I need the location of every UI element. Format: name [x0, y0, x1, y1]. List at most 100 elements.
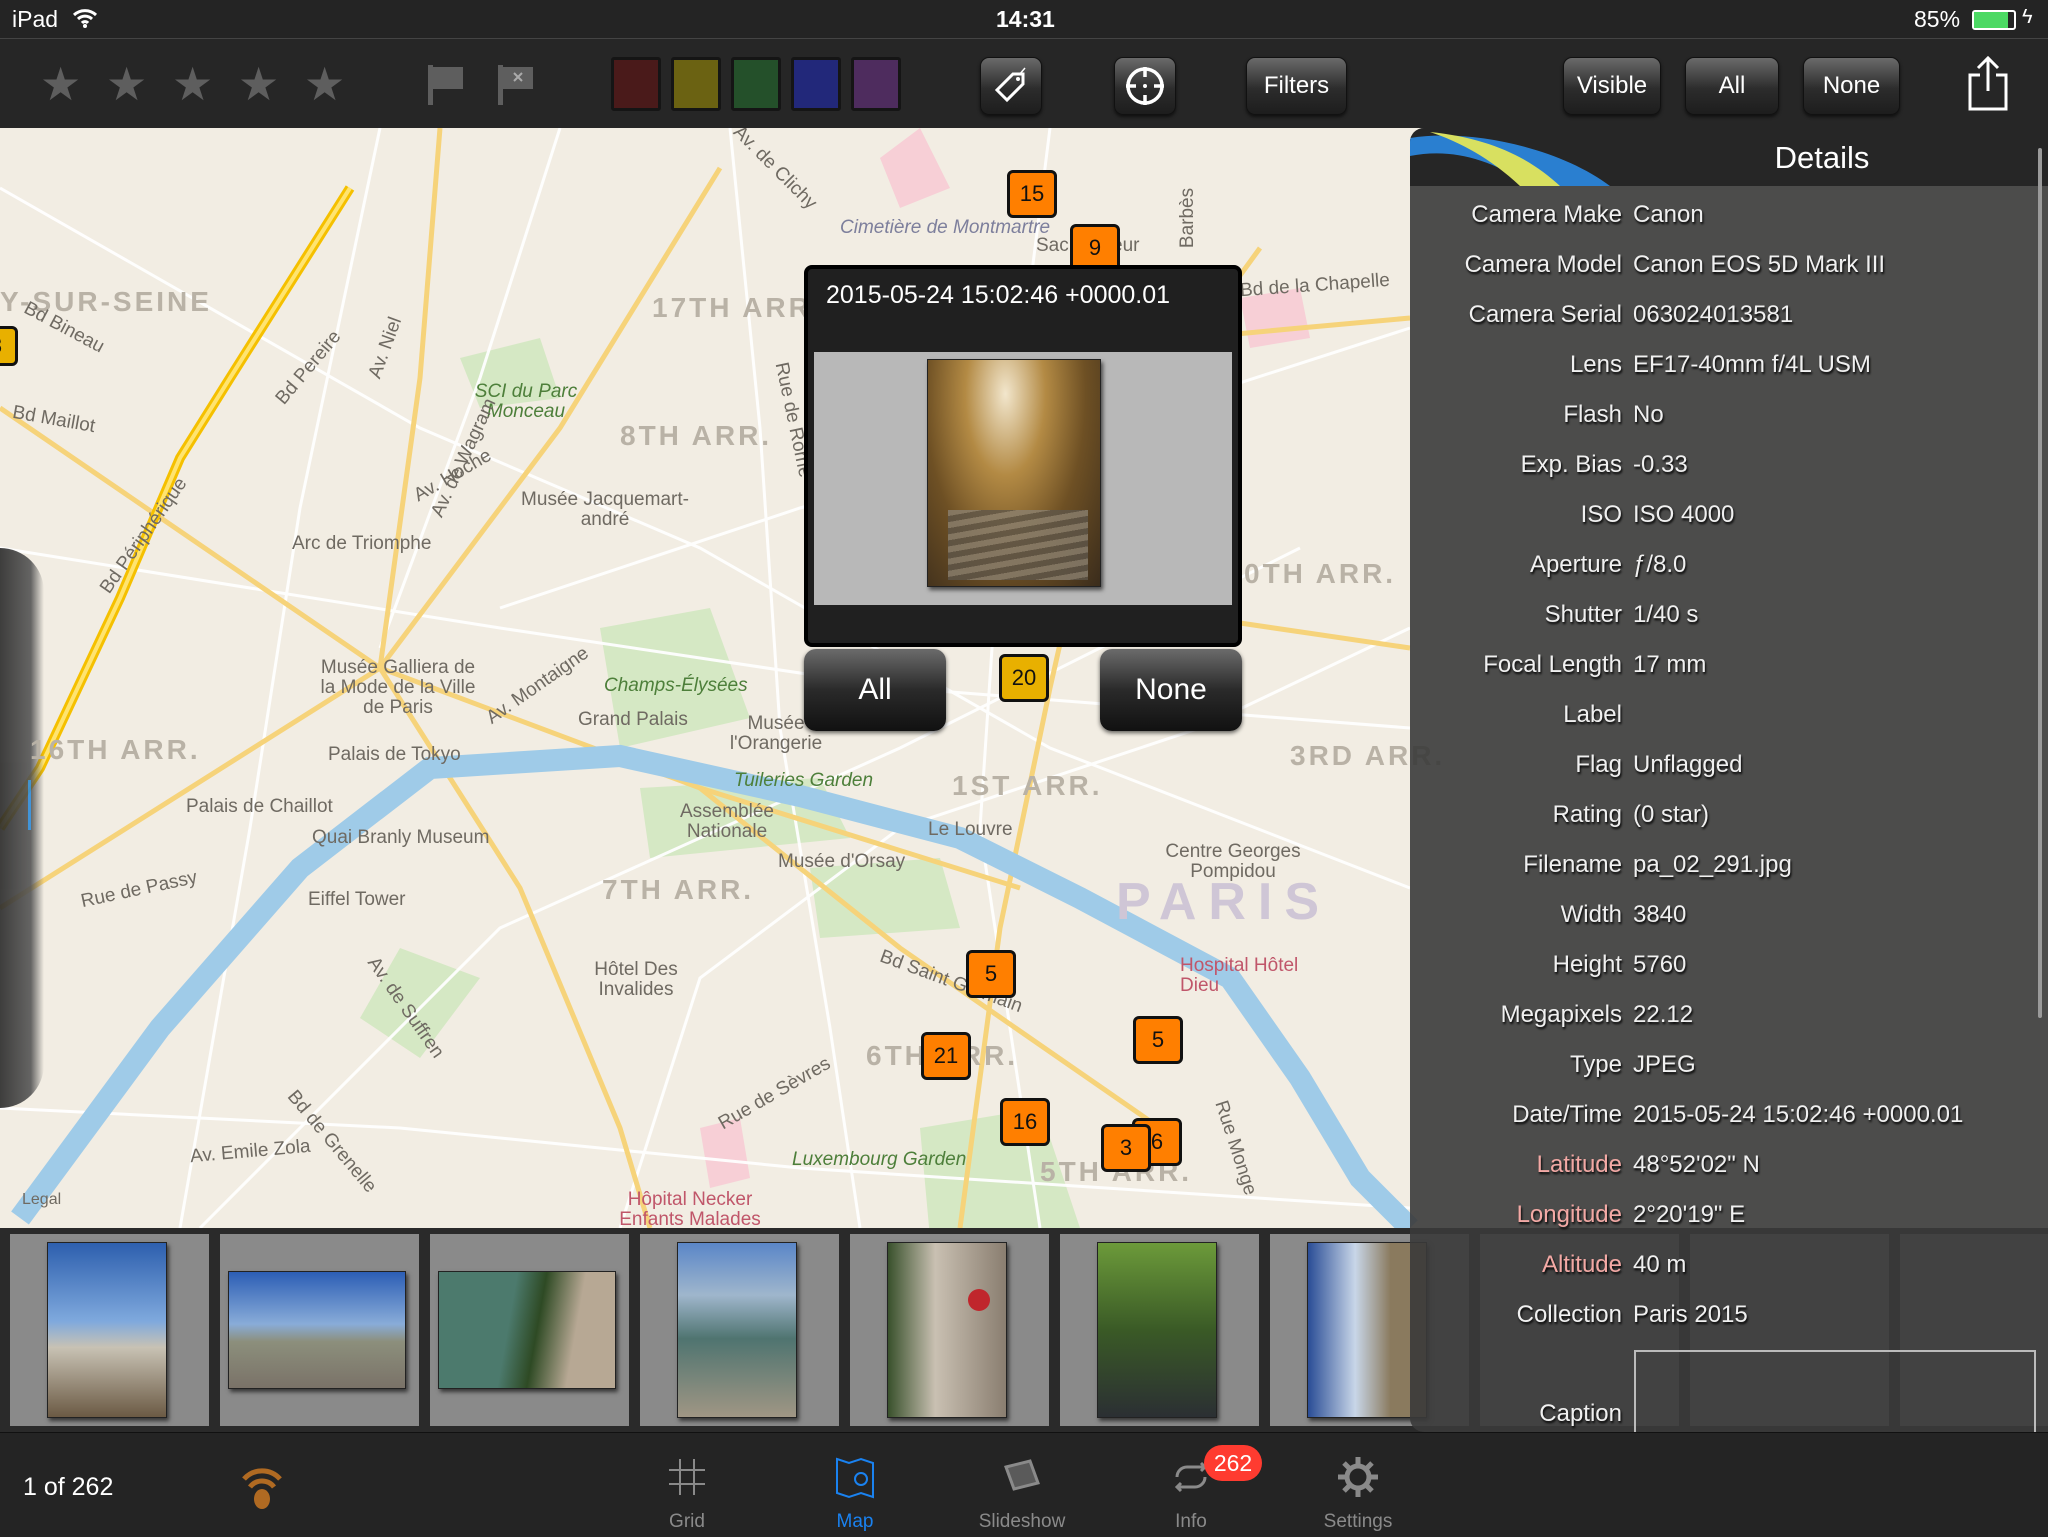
map-label: Assemblée Nationale: [680, 801, 774, 842]
detail-value: Canon EOS 5D Mark III: [1633, 251, 1886, 278]
map-label: Musée d'Orsay: [778, 851, 906, 872]
tab-settings[interactable]: Settings: [1293, 1433, 1423, 1537]
filmstrip-item[interactable]: [10, 1234, 209, 1426]
detail-row-camera-make: Camera Make Canon: [1410, 201, 2048, 241]
details-scrollbar[interactable]: [2038, 148, 2042, 1018]
popup-select-none-button[interactable]: None: [1100, 649, 1242, 731]
flag-icon[interactable]: [424, 63, 468, 107]
detail-value: Canon: [1633, 201, 1704, 228]
filmstrip-item[interactable]: [640, 1234, 839, 1426]
tab-map[interactable]: Map: [790, 1433, 920, 1537]
detail-value: 063024013581: [1633, 301, 1794, 328]
detail-label: Lens: [1569, 351, 1622, 378]
detail-label: Type: [1569, 1051, 1622, 1078]
clock: 14:31: [996, 6, 1055, 32]
detail-row-iso: ISO ISO 4000: [1410, 501, 2048, 541]
select-visible-button[interactable]: Visible: [1563, 57, 1661, 115]
rating-star-2[interactable]: ★: [106, 61, 147, 107]
detail-label: Height: [1552, 951, 1622, 978]
legal-link[interactable]: Legal: [22, 1190, 61, 1210]
detail-label: Flag: [1575, 751, 1622, 778]
rating-star-3[interactable]: ★: [172, 61, 213, 107]
detail-value: 1/40 s: [1633, 601, 1699, 628]
selected-cluster-marker[interactable]: 20: [999, 654, 1049, 702]
map-label: Champs-Élysées: [604, 675, 748, 696]
wifi-icon: [72, 9, 98, 28]
detail-row-filename: Filename pa_02_291.jpg: [1410, 851, 2048, 891]
popup-select-all-button[interactable]: All: [804, 649, 946, 731]
detail-row-flash: Flash No: [1410, 401, 2048, 441]
notification-badge: 262: [1204, 1445, 1262, 1481]
map-label: Barbès: [1177, 187, 1199, 249]
photo-thumbnail[interactable]: [927, 359, 1101, 587]
rating-star-1[interactable]: ★: [40, 61, 81, 107]
color-label-green[interactable]: [731, 57, 781, 111]
photo-cluster-marker[interactable]: 16: [1000, 1098, 1050, 1146]
detail-value: 3840: [1633, 901, 1687, 928]
select-all-button[interactable]: All: [1685, 57, 1779, 115]
map-label: 17TH ARR.: [652, 292, 823, 323]
photo-cluster-marker[interactable]: 15: [1007, 170, 1057, 218]
color-label-yellow[interactable]: [671, 57, 721, 111]
photo-cluster-marker[interactable]: 21: [921, 1032, 971, 1080]
detail-label: Rating: [1552, 801, 1622, 828]
detail-label: Camera Model: [1464, 251, 1622, 278]
rating-star-5[interactable]: ★: [304, 61, 345, 107]
map-label: 7TH ARR.: [602, 874, 755, 905]
detail-label: Altitude: [1541, 1251, 1622, 1278]
filters-button[interactable]: Filters: [1246, 57, 1347, 115]
detail-row-aperture: Aperture ƒ/8.0: [1410, 551, 2048, 591]
caption-input[interactable]: [1634, 1350, 2036, 1432]
detail-row-longitude: Longitude 2°20'19" E: [1410, 1201, 2048, 1241]
slideshow-icon: [1004, 1459, 1040, 1491]
detail-label: Shutter: [1544, 601, 1622, 628]
rating-star-4[interactable]: ★: [238, 61, 279, 107]
details-title: Details: [1774, 140, 1870, 175]
photo-cluster-marker[interactable]: 3: [0, 326, 18, 366]
detail-value: Unflagged: [1633, 751, 1743, 778]
details-header: Details: [1410, 128, 2048, 186]
detail-label: Label: [1563, 701, 1622, 728]
detail-value: 40 m: [1633, 1251, 1687, 1278]
color-label-red[interactable]: [611, 57, 661, 111]
filmstrip-item[interactable]: [850, 1234, 1049, 1426]
color-label-blue[interactable]: [791, 57, 841, 111]
locate-button[interactable]: [1114, 57, 1176, 115]
map-label: 1ST ARR.: [952, 770, 1103, 801]
map-label: Luxembourg Garden: [792, 1149, 967, 1170]
detail-value: 17 mm: [1633, 651, 1707, 678]
map-label: Hospital Hôtel Dieu: [1180, 955, 1299, 996]
wireless-sync-icon[interactable]: [240, 1461, 284, 1511]
tab-grid[interactable]: Grid: [622, 1433, 752, 1537]
tab-info[interactable]: Info 262: [1126, 1433, 1262, 1537]
detail-label: Date/Time: [1512, 1101, 1622, 1128]
detail-row-camera-model: Camera Model Canon EOS 5D Mark III: [1410, 251, 2048, 291]
map-label: Arc de Triomphe: [292, 533, 432, 554]
map-label: 0TH ARR.: [1244, 558, 1397, 589]
photo-cluster-marker[interactable]: 3: [1101, 1124, 1151, 1172]
reject-flag-icon[interactable]: [494, 63, 538, 107]
left-drawer-handle[interactable]: [0, 548, 44, 1108]
detail-row-height: Height 5760: [1410, 951, 2048, 991]
map-label: Grand Palais: [578, 709, 688, 730]
share-icon[interactable]: [1966, 55, 2010, 111]
detail-label: Exp. Bias: [1520, 451, 1622, 478]
filmstrip-item[interactable]: [220, 1234, 419, 1426]
detail-value: No: [1633, 401, 1664, 428]
detail-row-exp-bias: Exp. Bias -0.33: [1410, 451, 2048, 491]
map-icon: [836, 1457, 874, 1499]
filmstrip-item[interactable]: [1060, 1234, 1259, 1426]
detail-label: Flash: [1563, 401, 1622, 428]
filmstrip-item[interactable]: [430, 1234, 629, 1426]
map-label: Tuileries Garden: [734, 770, 874, 791]
tab-slideshow[interactable]: Slideshow: [957, 1433, 1087, 1537]
select-none-button[interactable]: None: [1803, 57, 1900, 115]
tag-button[interactable]: [980, 57, 1042, 115]
gear-icon: [1338, 1457, 1378, 1497]
photo-cluster-marker[interactable]: 5: [966, 950, 1016, 998]
photo-cluster-marker[interactable]: 5: [1133, 1016, 1183, 1064]
map-label: Hôtel Des Invalides: [594, 959, 678, 1000]
color-label-purple[interactable]: [851, 57, 901, 111]
detail-value: (0 star): [1633, 801, 1710, 828]
detail-value: Paris 2015: [1633, 1301, 1748, 1328]
